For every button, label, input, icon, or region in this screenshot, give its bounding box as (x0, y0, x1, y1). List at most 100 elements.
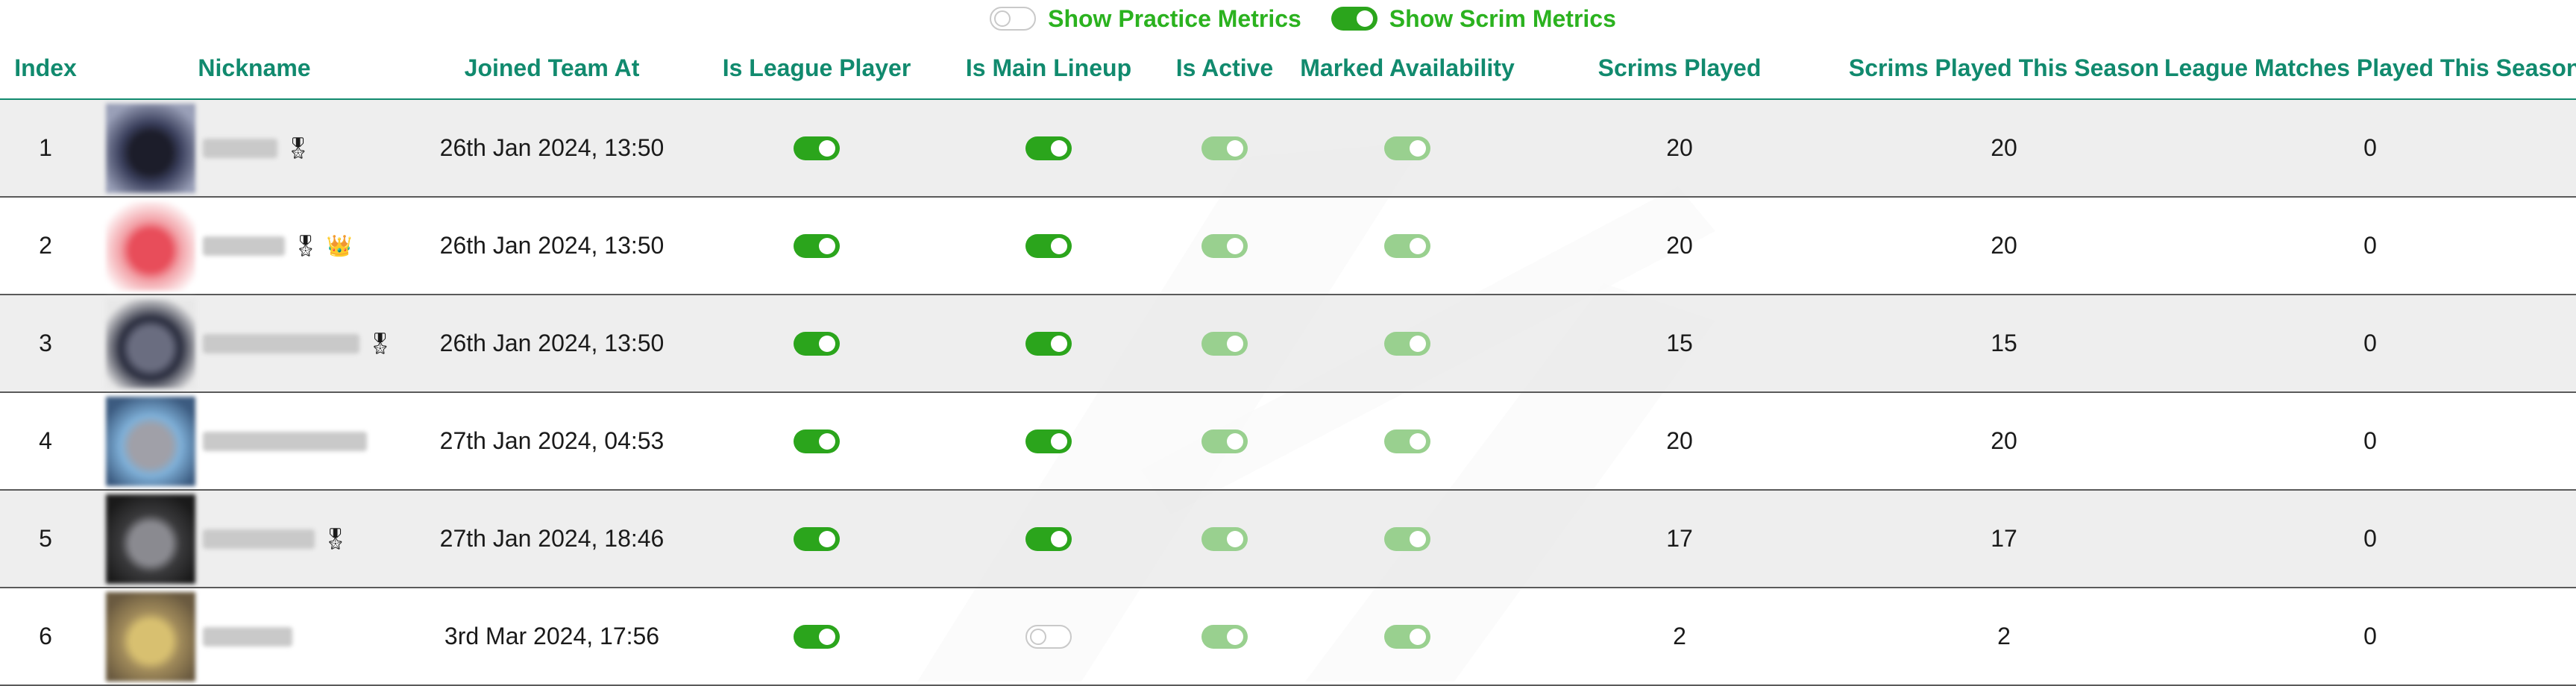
col-header-league-player[interactable]: Is League Player (686, 37, 947, 100)
cell-league-player (686, 588, 947, 686)
main-switch[interactable] (1025, 624, 1072, 649)
cell-scrims: 20 (1515, 99, 1844, 198)
cell-scrims: 15 (1515, 295, 1844, 393)
main-switch[interactable] (1025, 233, 1072, 258)
practice-metrics-switch[interactable] (990, 7, 1037, 31)
practice-metrics-toggle[interactable]: Show Practice Metrics (990, 5, 1301, 33)
active-switch[interactable] (1201, 136, 1248, 160)
cell-availability (1299, 99, 1515, 198)
avatar (106, 396, 195, 486)
col-header-nickname[interactable]: Nickname (91, 37, 418, 100)
active-switch[interactable] (1201, 526, 1248, 551)
cell-main-lineup (947, 99, 1150, 198)
nickname-redacted (203, 626, 292, 646)
cell-index: 3 (0, 295, 91, 393)
metrics-toggle-bar: Show Practice Metrics Show Scrim Metrics (0, 0, 2576, 37)
available-switch[interactable] (1384, 526, 1430, 551)
col-header-league-matches[interactable]: League Matches Played This Season (2164, 37, 2576, 100)
col-header-joined[interactable]: Joined Team At (418, 37, 686, 100)
cell-league-player (686, 295, 947, 393)
table-row[interactable]: 6 3rd Mar 2024, 17:56 2 2 0 (0, 588, 2576, 686)
cell-scrims-season: 17 (1844, 490, 2164, 588)
league-switch[interactable] (794, 624, 840, 649)
cell-main-lineup (947, 490, 1150, 588)
avatar (106, 201, 195, 291)
scrim-metrics-toggle[interactable]: Show Scrim Metrics (1331, 5, 1616, 33)
main-switch[interactable] (1025, 331, 1072, 356)
league-switch[interactable] (794, 429, 840, 453)
cell-joined: 26th Jan 2024, 13:50 (418, 197, 686, 295)
available-switch[interactable] (1384, 136, 1430, 160)
scrim-metrics-switch[interactable] (1331, 7, 1377, 31)
cell-scrims-season: 20 (1844, 99, 2164, 198)
available-switch[interactable] (1384, 429, 1430, 453)
badge-icon: 🎖 (292, 233, 319, 258)
avatar (106, 298, 195, 388)
roster-table: Index Nickname Joined Team At Is League … (0, 37, 2576, 686)
cell-main-lineup (947, 295, 1150, 393)
cell-joined: 27th Jan 2024, 04:53 (418, 392, 686, 491)
nickname-redacted (203, 333, 359, 353)
nickname-redacted (203, 236, 285, 256)
active-switch[interactable] (1201, 429, 1248, 453)
col-header-availability[interactable]: Marked Availability (1299, 37, 1515, 100)
table-row[interactable]: 5 🎖 27th Jan 2024, 18:46 17 17 0 (0, 490, 2576, 588)
table-row[interactable]: 1 🎖 26th Jan 2024, 13:50 20 20 0 (0, 99, 2576, 198)
league-switch[interactable] (794, 526, 840, 551)
cell-availability (1299, 197, 1515, 295)
col-header-scrims-season[interactable]: Scrims Played This Season (1844, 37, 2164, 100)
badge-icon: 🎖 (285, 136, 312, 160)
cell-joined: 3rd Mar 2024, 17:56 (418, 588, 686, 686)
available-switch[interactable] (1384, 233, 1430, 258)
cell-nickname[interactable]: 🎖 👑 (91, 197, 418, 295)
col-header-active[interactable]: Is Active (1150, 37, 1299, 100)
cell-league-matches: 0 (2164, 392, 2576, 491)
table-row[interactable]: 2 🎖 👑 26th Jan 2024, 13:50 20 20 0 (0, 197, 2576, 295)
scrim-metrics-label: Show Scrim Metrics (1389, 4, 1616, 32)
cell-league-matches: 0 (2164, 295, 2576, 393)
cell-league-matches: 0 (2164, 197, 2576, 295)
cell-nickname[interactable] (91, 588, 418, 686)
avatar (106, 103, 195, 193)
nickname-redacted (203, 529, 315, 549)
cell-index: 1 (0, 99, 91, 198)
table-row[interactable]: 3 🎖 26th Jan 2024, 13:50 15 15 0 (0, 295, 2576, 393)
cell-joined: 27th Jan 2024, 18:46 (418, 490, 686, 588)
available-switch[interactable] (1384, 624, 1430, 649)
col-header-main-lineup[interactable]: Is Main Lineup (947, 37, 1150, 100)
cell-main-lineup (947, 392, 1150, 491)
league-switch[interactable] (794, 233, 840, 258)
nickname-redacted (203, 431, 367, 451)
cell-league-matches: 0 (2164, 99, 2576, 198)
col-header-index[interactable]: Index (0, 37, 91, 100)
main-switch[interactable] (1025, 136, 1072, 160)
cell-joined: 26th Jan 2024, 13:50 (418, 99, 686, 198)
col-header-scrims[interactable]: Scrims Played (1515, 37, 1844, 100)
nickname-redacted (203, 138, 277, 158)
active-switch[interactable] (1201, 331, 1248, 356)
cell-nickname[interactable]: 🎖 (91, 490, 418, 588)
table-row[interactable]: 4 27th Jan 2024, 04:53 20 20 0 (0, 392, 2576, 491)
active-switch[interactable] (1201, 233, 1248, 258)
cell-league-matches: 0 (2164, 588, 2576, 686)
league-switch[interactable] (794, 331, 840, 356)
cell-scrims: 20 (1515, 392, 1844, 491)
cell-availability (1299, 295, 1515, 393)
main-switch[interactable] (1025, 429, 1072, 453)
cell-active (1150, 99, 1299, 198)
available-switch[interactable] (1384, 331, 1430, 356)
cell-main-lineup (947, 197, 1150, 295)
cell-scrims: 20 (1515, 197, 1844, 295)
active-switch[interactable] (1201, 624, 1248, 649)
league-switch[interactable] (794, 136, 840, 160)
cell-nickname[interactable]: 🎖 (91, 295, 418, 393)
cell-league-player (686, 392, 947, 491)
cell-nickname[interactable] (91, 392, 418, 491)
cell-scrims-season: 15 (1844, 295, 2164, 393)
cell-main-lineup (947, 588, 1150, 686)
main-switch[interactable] (1025, 526, 1072, 551)
table-header-row: Index Nickname Joined Team At Is League … (0, 37, 2576, 100)
cell-league-player (686, 99, 947, 198)
cell-league-matches: 0 (2164, 490, 2576, 588)
cell-nickname[interactable]: 🎖 (91, 99, 418, 198)
